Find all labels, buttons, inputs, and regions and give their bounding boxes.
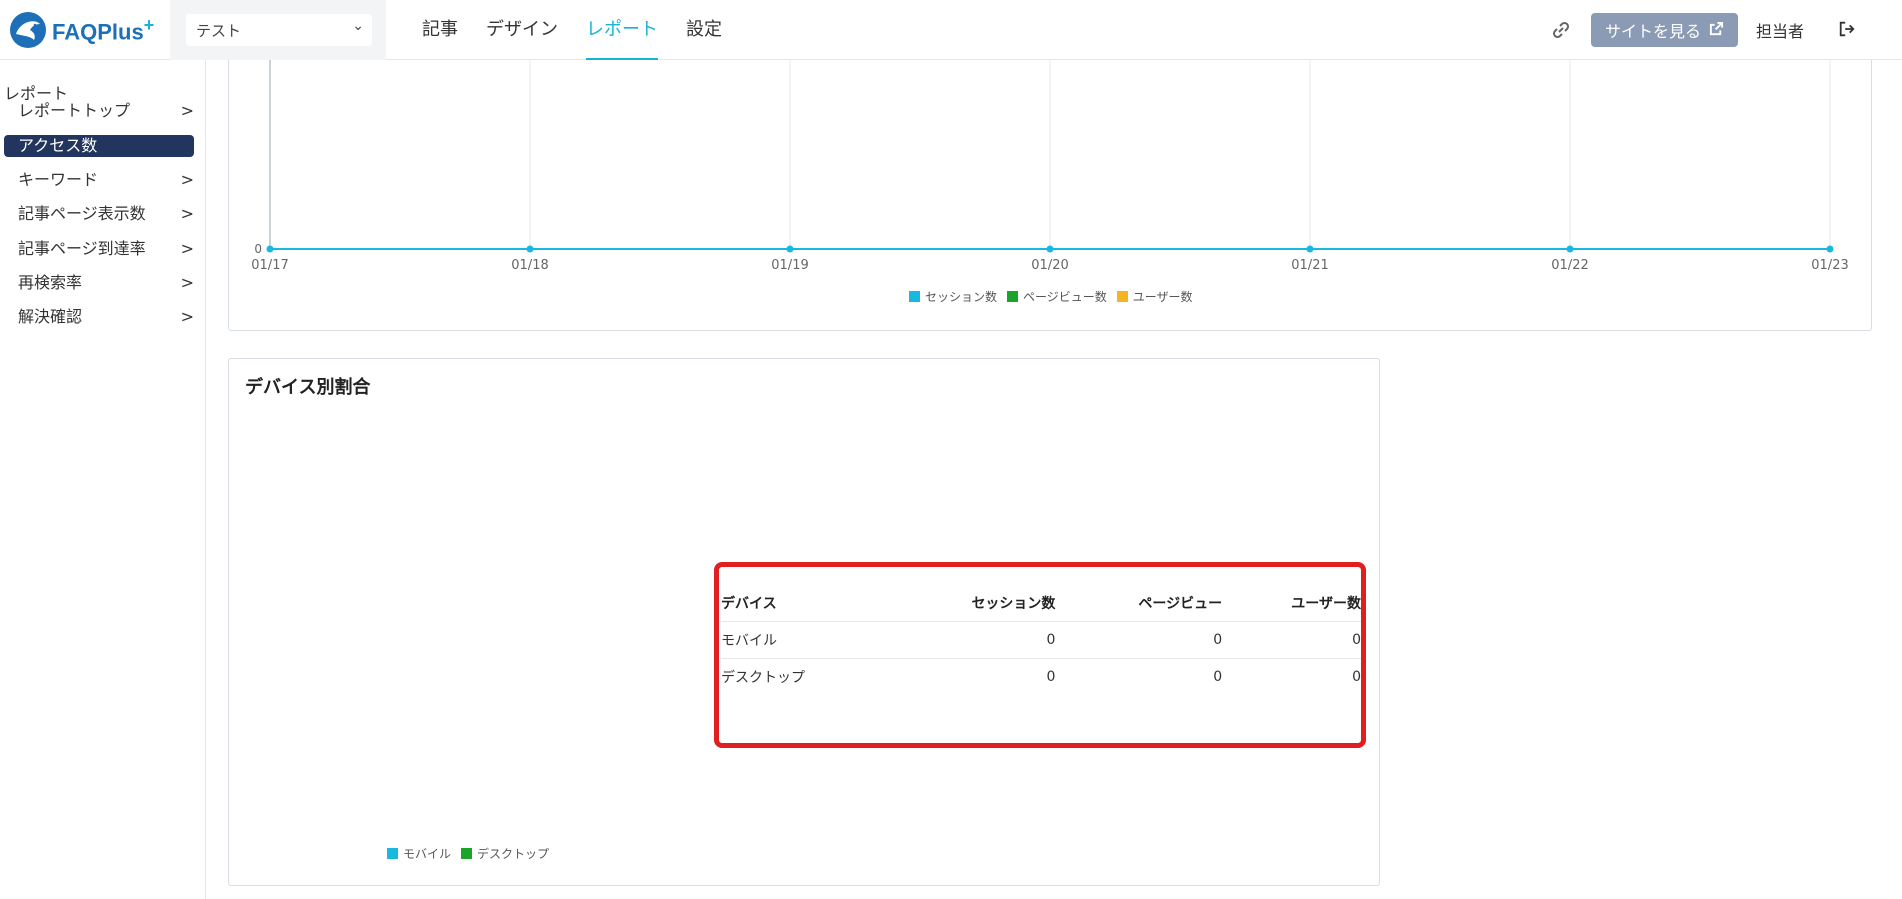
x-tick-label: 01/18 bbox=[511, 258, 548, 273]
cell-device: モバイル bbox=[721, 621, 889, 659]
sidebar-item-label: 記事ページ到達率 bbox=[18, 239, 146, 258]
x-tick-label: 01/23 bbox=[1811, 258, 1848, 273]
legend-item[interactable]: ページビュー数 bbox=[1007, 288, 1107, 305]
dolphin-logo-icon bbox=[10, 12, 46, 48]
legend-swatch bbox=[909, 291, 920, 302]
sidebar: レポート レポートトップ > アクセス数 キーワード > 記事ページ表示数 > … bbox=[0, 60, 206, 899]
data-point bbox=[1046, 245, 1054, 253]
x-tick-label: 01/21 bbox=[1291, 258, 1328, 273]
logo[interactable]: FAQPlus+ bbox=[8, 10, 158, 50]
cell-users: 0 bbox=[1222, 621, 1361, 659]
user-menu[interactable]: 担当者 bbox=[1756, 18, 1804, 42]
logout-icon[interactable] bbox=[1838, 20, 1858, 40]
data-point bbox=[786, 245, 794, 253]
device-ratio-card: デバイス別割合 デバイス セッション数 ページビュー ユーザー数 モバイル 0 … bbox=[228, 358, 1380, 886]
sidebar-item-label: レポートトップ bbox=[18, 101, 131, 120]
site-select-area: テスト ⌄ bbox=[170, 0, 386, 60]
legend-label: セッション数 bbox=[925, 290, 998, 304]
legend-item-mobile[interactable]: モバイル bbox=[387, 845, 451, 862]
col-header-sessions: セッション数 bbox=[888, 585, 1056, 622]
table-row: モバイル 0 0 0 bbox=[721, 621, 1361, 659]
legend-swatch bbox=[1007, 291, 1019, 302]
nav-design[interactable]: デザイン bbox=[472, 0, 572, 60]
cell-sessions: 0 bbox=[1046, 669, 1056, 685]
col-header-pageviews: ページビュー bbox=[1055, 585, 1223, 622]
y-tick-label: 0 bbox=[254, 242, 262, 256]
cell-pageviews: 0 bbox=[1213, 669, 1223, 685]
link-icon[interactable] bbox=[1551, 20, 1571, 40]
site-select-value: テスト bbox=[196, 22, 242, 40]
data-point bbox=[1566, 245, 1574, 253]
view-site-button[interactable]: サイトを見る bbox=[1590, 13, 1738, 47]
sidebar-item-label: 記事ページ表示数 bbox=[18, 204, 146, 223]
sidebar-item-article-views[interactable]: 記事ページ表示数 > bbox=[4, 203, 194, 225]
legend-item[interactable]: セッション数 bbox=[909, 288, 997, 305]
top-header: FAQPlus+ テスト ⌄ 記事 デザイン レポート 設定 サイトを見る 担当… bbox=[0, 0, 1902, 60]
col-header-device: デバイス bbox=[721, 585, 889, 622]
data-point bbox=[526, 245, 534, 253]
sidebar-item-label: アクセス数 bbox=[18, 136, 98, 155]
nav-report[interactable]: レポート bbox=[572, 0, 672, 60]
chevron-down-icon: ⌄ bbox=[352, 18, 364, 34]
site-select[interactable]: テスト ⌄ bbox=[186, 14, 372, 46]
legend-item-desktop[interactable]: デスクトップ bbox=[461, 845, 549, 862]
access-chart-card: 01/17 01/18 01/19 01/20 01/21 01/22 01/23 0 セッシ… bbox=[228, 60, 1872, 331]
chevron-right-icon: > bbox=[180, 307, 194, 326]
data-point bbox=[1826, 245, 1834, 253]
sidebar-item-label: キーワード bbox=[18, 170, 99, 189]
sidebar-item-keyword[interactable]: キーワード > bbox=[4, 169, 194, 191]
table-row: デスクトップ 0 0 0 bbox=[721, 659, 1361, 696]
legend-item[interactable]: ユーザー数 bbox=[1116, 288, 1193, 305]
col-header-users: ユーザー数 bbox=[1222, 585, 1361, 622]
access-line-chart: 01/17 01/18 01/19 01/20 01/21 01/22 01/23 0 bbox=[251, 60, 1849, 273]
device-card-title: デバイス別割合 bbox=[245, 377, 371, 398]
main-nav: 記事 デザイン レポート 設定 bbox=[408, 0, 736, 60]
external-link-icon bbox=[1709, 21, 1724, 40]
x-tick-label: 01/22 bbox=[1551, 258, 1588, 273]
chevron-right-icon: > bbox=[180, 101, 194, 120]
sidebar-item-research-rate[interactable]: 再検索率 > bbox=[4, 272, 194, 294]
chevron-right-icon: > bbox=[180, 204, 194, 223]
legend-label: モバイル bbox=[403, 847, 452, 861]
cell-users: 0 bbox=[1352, 669, 1361, 685]
sidebar-item-report-top[interactable]: レポートトップ > bbox=[4, 100, 194, 122]
chevron-right-icon: > bbox=[180, 273, 194, 292]
legend-swatch bbox=[387, 848, 398, 859]
sidebar-item-label: 解決確認 bbox=[18, 307, 83, 326]
data-point bbox=[1306, 245, 1314, 253]
cell-pageviews: 0 bbox=[1055, 621, 1223, 659]
data-point bbox=[266, 245, 274, 253]
header-right: サイトを見る 担当者 bbox=[1551, 0, 1902, 60]
table-header-row: デバイス セッション数 ページビュー ユーザー数 bbox=[721, 585, 1361, 622]
sidebar-item-resolution[interactable]: 解決確認 > bbox=[4, 306, 194, 328]
x-tick-label: 01/20 bbox=[1031, 258, 1068, 273]
cell-sessions: 0 bbox=[888, 621, 1056, 659]
chart-legend: セッション数 ページビュー数 ユーザー数 bbox=[909, 288, 1193, 305]
nav-articles[interactable]: 記事 bbox=[408, 0, 472, 60]
sidebar-item-article-reach[interactable]: 記事ページ到達率 > bbox=[4, 238, 194, 260]
legend-label: デスクトップ bbox=[477, 847, 550, 861]
view-site-label: サイトを見る bbox=[1604, 22, 1701, 41]
x-tick-label: 01/19 bbox=[771, 258, 808, 273]
x-tick-label: 01/17 bbox=[251, 258, 288, 273]
nav-settings[interactable]: 設定 bbox=[672, 0, 736, 60]
legend-swatch bbox=[1116, 291, 1128, 302]
chevron-right-icon: > bbox=[180, 239, 194, 258]
device-table: デバイス セッション数 ページビュー ユーザー数 モバイル 0 0 0 デスクト… bbox=[721, 585, 1361, 695]
chevron-right-icon: > bbox=[180, 170, 194, 189]
cell-device: デスクトップ bbox=[721, 670, 805, 686]
device-legend: モバイル デスクトップ bbox=[387, 845, 549, 862]
legend-swatch bbox=[461, 848, 473, 859]
legend-label: ユーザー数 bbox=[1132, 290, 1193, 304]
sidebar-item-access[interactable]: アクセス数 bbox=[4, 135, 194, 157]
sidebar-item-label: 再検索率 bbox=[18, 273, 83, 292]
logo-text: FAQPlus+ bbox=[52, 14, 155, 45]
legend-label: ページビュー数 bbox=[1023, 290, 1107, 304]
